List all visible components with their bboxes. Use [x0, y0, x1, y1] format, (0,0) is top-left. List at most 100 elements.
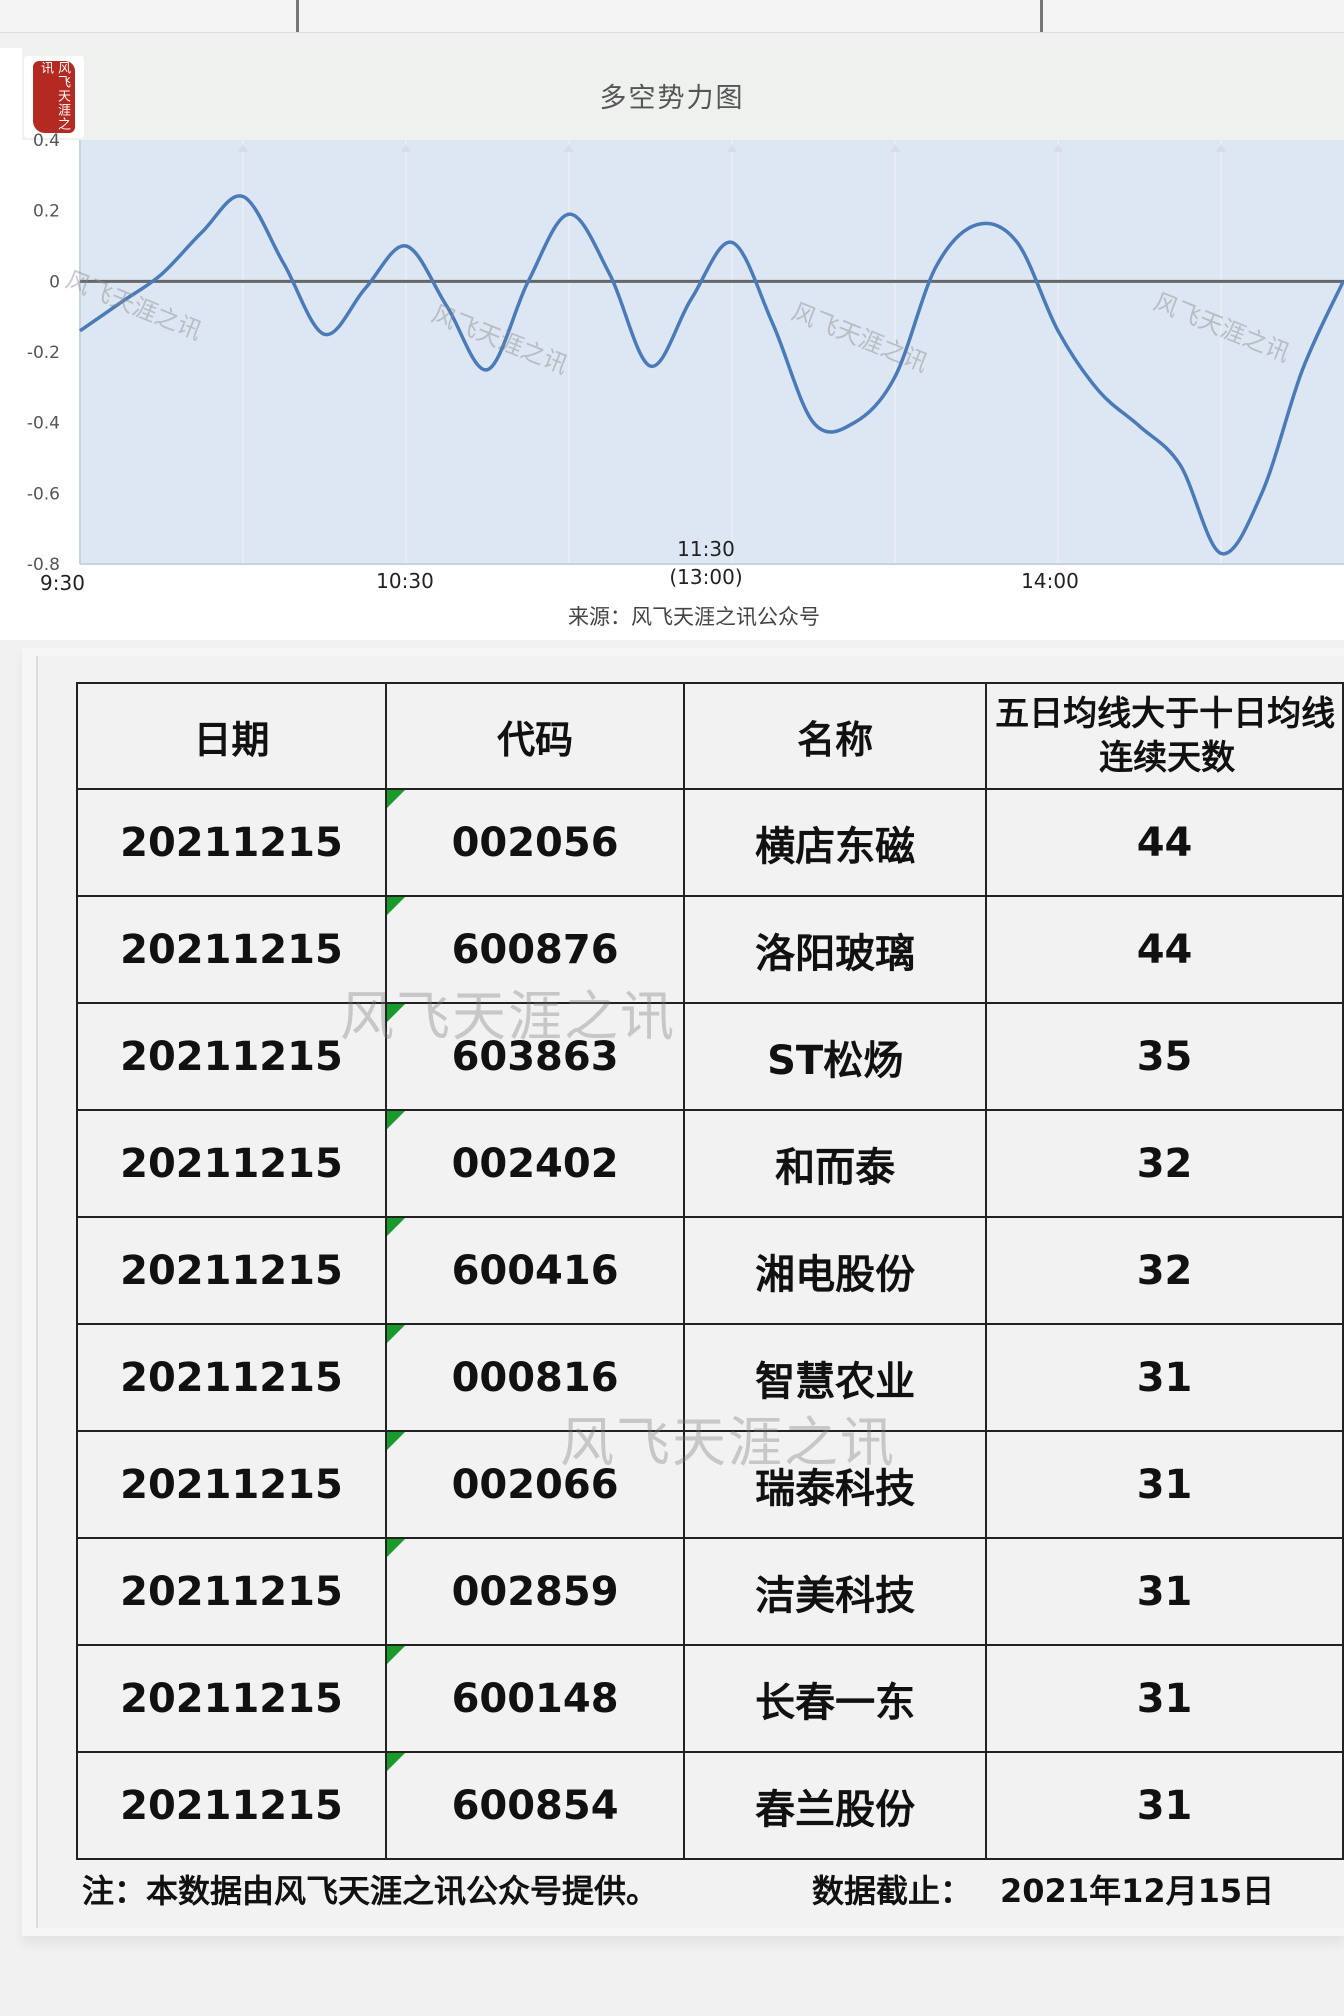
cell-name-text: 和而泰 [775, 1144, 896, 1191]
cell-name-text: 洁美科技 [755, 1572, 916, 1619]
cell-date-text: 20211215 [120, 1675, 343, 1722]
stock-table: 日期 代码 名称 五日均线大于十日均线 连续天数 20211215 002056 横… [76, 682, 1344, 1860]
table-row: 20211215 002402 和而泰 32 [76, 1109, 1344, 1218]
cell-name: ST松炀 [683, 1002, 988, 1111]
header-days-line1: 五日均线大于十日均线 [995, 694, 1336, 734]
cell-code-text: 002402 [451, 1140, 619, 1187]
cell-name-text: 洛阳玻璃 [755, 930, 916, 977]
cell-days-text: 32 [1136, 1140, 1193, 1187]
cell-flag-icon [386, 1325, 405, 1343]
footer-cutoff: 数据截止： 2021年12月15日 [812, 1866, 1302, 1912]
plot-area [80, 140, 1344, 564]
cell-flag-icon [386, 897, 405, 915]
cell-date: 20211215 [76, 1751, 387, 1860]
cell-name: 和而泰 [683, 1109, 988, 1218]
cell-name: 横店东磁 [683, 788, 988, 897]
cell-date: 20211215 [76, 1430, 387, 1539]
table-row: 20211215 600854 春兰股份 31 [76, 1751, 1344, 1860]
cell-flag-icon [386, 1432, 405, 1450]
cell-flag-icon [386, 1218, 405, 1236]
cell-name: 春兰股份 [683, 1751, 988, 1860]
cell-date: 20211215 [76, 788, 387, 897]
y-tick-label: -0.4 [27, 414, 60, 434]
cell-name-text: 春兰股份 [755, 1786, 916, 1833]
cell-days: 31 [985, 1537, 1344, 1646]
cell-days: 32 [985, 1216, 1344, 1325]
cell-date-text: 20211215 [120, 1461, 343, 1508]
table-row: 20211215 600416 湘电股份 32 [76, 1216, 1344, 1325]
cell-days-text: 32 [1136, 1247, 1193, 1294]
long-short-power-chart: 0.40.20-0.2-0.4-0.6-0.89:30 10:3011:30(13… [27, 131, 1344, 629]
cell-code: 600876 [384, 895, 686, 1004]
header-date: 日期 [76, 682, 387, 790]
cell-days-text: 35 [1136, 1033, 1193, 1080]
cell-date: 20211215 [76, 1323, 387, 1432]
cell-days-text: 44 [1136, 819, 1193, 866]
cell-days: 35 [985, 1002, 1344, 1111]
cell-date-text: 20211215 [120, 1247, 343, 1294]
cell-name-text: 瑞泰科技 [755, 1465, 916, 1512]
cell-flag-icon [386, 1753, 405, 1771]
cell-code-text: 600148 [451, 1675, 619, 1722]
cell-name-text: 长春一东 [755, 1679, 916, 1726]
cell-days: 32 [985, 1109, 1344, 1218]
cell-code: 002859 [384, 1537, 686, 1646]
y-tick-label: -0.6 [27, 484, 60, 504]
cell-days: 31 [985, 1430, 1344, 1539]
cell-date-text: 20211215 [120, 1354, 343, 1401]
table-row: 20211215 603863 ST松炀 35 [76, 1002, 1344, 1111]
cell-name: 洛阳玻璃 [683, 895, 988, 1004]
cell-flag-icon [386, 1539, 405, 1557]
cell-date-text: 20211215 [120, 1782, 343, 1829]
cell-name: 瑞泰科技 [683, 1430, 988, 1539]
table-body: 20211215 002056 横店东磁 44 20211215 600876 洛阳玻璃 44… [76, 788, 1344, 1860]
cell-code: 002402 [384, 1109, 686, 1218]
y-tick-label: 0.2 [33, 202, 60, 222]
cell-name: 洁美科技 [683, 1537, 988, 1646]
cell-days-text: 31 [1136, 1782, 1193, 1829]
cell-date: 20211215 [76, 1644, 387, 1753]
x-tick-label: 11:30 [677, 537, 735, 561]
table-row: 20211215 600148 长春一东 31 [76, 1644, 1344, 1753]
table-row: 20211215 600876 洛阳玻璃 44 [76, 895, 1344, 1004]
cell-date: 20211215 [76, 895, 387, 1004]
cell-days: 31 [985, 1751, 1344, 1860]
cutoff-date: 2021年12月15日 [1000, 1872, 1275, 1910]
cell-date: 20211215 [76, 1537, 387, 1646]
cell-code-text: 000816 [451, 1354, 619, 1401]
header-name: 名称 [683, 682, 988, 790]
cell-name: 智慧农业 [683, 1323, 988, 1432]
header-days: 五日均线大于十日均线 连续天数 [985, 682, 1344, 790]
cell-flag-icon [386, 1111, 405, 1129]
cell-date-text: 20211215 [120, 819, 343, 866]
y-tick-label: 0 [49, 272, 60, 292]
table-row: 20211215 002066 瑞泰科技 31 [76, 1430, 1344, 1539]
cell-date: 20211215 [76, 1216, 387, 1325]
cell-date-text: 20211215 [120, 926, 343, 973]
strip-divider [296, 0, 299, 32]
cell-flag-icon [386, 1004, 405, 1022]
table-row: 20211215 002859 洁美科技 31 [76, 1537, 1344, 1646]
cell-date: 20211215 [76, 1002, 387, 1111]
cell-days: 31 [985, 1323, 1344, 1432]
cell-code-text: 603863 [451, 1033, 619, 1080]
header-days-line2: 连续天数 [1099, 738, 1236, 778]
cell-days-text: 31 [1136, 1675, 1193, 1722]
cell-days-text: 31 [1136, 1461, 1193, 1508]
x-tick-label: 14:00 [1021, 569, 1079, 593]
y-tick-label: -0.2 [27, 343, 60, 363]
y-tick-label: 0.4 [33, 131, 60, 151]
cell-date-text: 20211215 [120, 1568, 343, 1615]
cell-code: 000816 [384, 1323, 686, 1432]
table-row: 20211215 002056 横店东磁 44 [76, 788, 1344, 897]
cell-days-text: 31 [1136, 1568, 1193, 1615]
cell-code: 600854 [384, 1751, 686, 1860]
footer-note: 注：本数据由风飞天涯之讯公众号提供。 [82, 1872, 659, 1910]
strip-divider [1040, 0, 1043, 32]
table-row: 20211215 000816 智慧农业 31 [76, 1323, 1344, 1432]
cell-days: 31 [985, 1644, 1344, 1753]
cell-days: 44 [985, 788, 1344, 897]
cell-date-text: 20211215 [120, 1140, 343, 1187]
previous-table-strip [0, 0, 1344, 33]
cell-code-text: 002066 [451, 1461, 619, 1508]
